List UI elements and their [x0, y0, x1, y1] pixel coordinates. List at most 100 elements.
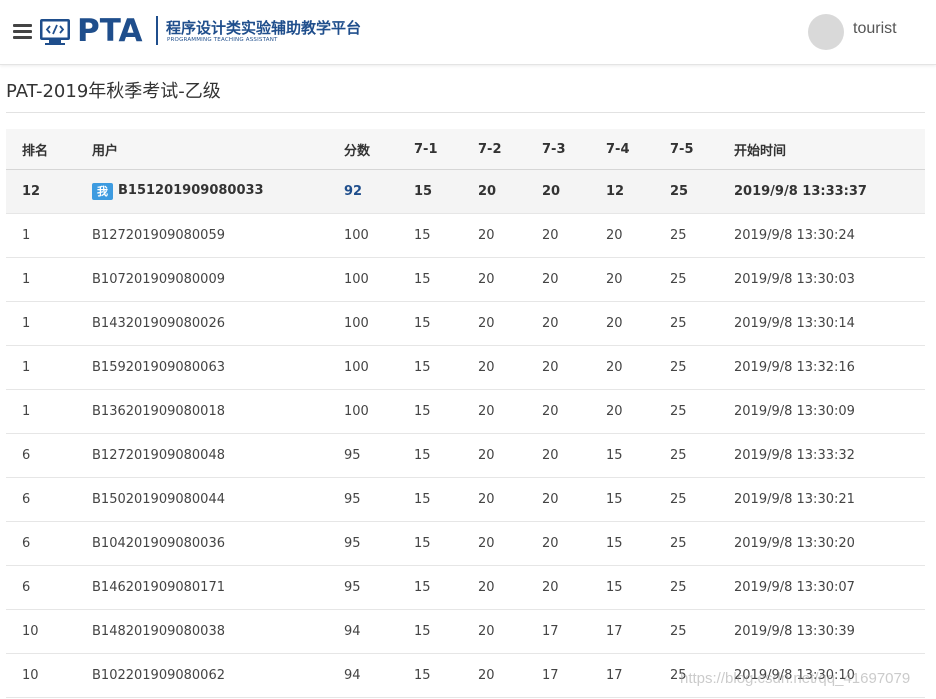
table-row: 6 B127201909080048 95 15 20 20 15 25 2019/9/8 13… — [6, 433, 925, 478]
cell-7-3: 20 — [542, 433, 606, 478]
cell-start-time: 2019/9/8 13:30:21 — [734, 477, 925, 522]
cell-score[interactable]: 100 — [344, 213, 414, 258]
cell-7-4: 20 — [606, 301, 670, 346]
cell-rank: 6 — [6, 477, 92, 522]
table-row: 10 B148201909080038 94 15 20 17 17 25 2019/9/8 1… — [6, 609, 925, 654]
cell-7-1: 15 — [414, 213, 478, 258]
col-header-7-2[interactable]: 7-2 — [478, 129, 542, 170]
ranking-table: 排名 用户 分数 7-1 7-2 7-3 7-4 7-5 开始时间 12 我 B1… — [6, 129, 925, 698]
cell-start-time: 2019/9/8 13:30:03 — [734, 257, 925, 302]
cell-7-1: 15 — [414, 433, 478, 478]
cell-score[interactable]: 100 — [344, 301, 414, 346]
cell-score[interactable]: 94 — [344, 609, 414, 654]
hamburger-menu-icon[interactable] — [13, 24, 32, 39]
cell-rank: 6 — [6, 433, 92, 478]
cell-7-2: 20 — [478, 301, 542, 346]
cell-user: B107201909080009 — [92, 257, 344, 302]
col-header-7-4[interactable]: 7-4 — [606, 129, 670, 170]
cell-7-3: 20 — [542, 257, 606, 302]
cell-7-3: 20 — [542, 521, 606, 566]
cell-7-1: 15 — [414, 521, 478, 566]
cell-7-2: 20 — [478, 565, 542, 610]
cell-7-4: 20 — [606, 345, 670, 390]
cell-7-1: 15 — [414, 653, 478, 698]
table-row: 6 B146201909080171 95 15 20 20 15 25 2019/9/8 13… — [6, 565, 925, 610]
cell-start-time: 2019/9/8 13:32:16 — [734, 345, 925, 390]
cell-7-4: 20 — [606, 389, 670, 434]
cell-start-time: 2019/9/8 13:30:14 — [734, 301, 925, 346]
cell-score[interactable]: 95 — [344, 477, 414, 522]
cell-7-5: 25 — [670, 301, 734, 346]
cell-7-4: 15 — [606, 477, 670, 522]
cell-score[interactable]: 100 — [344, 345, 414, 390]
cell-start-time: 2019/9/8 13:30:07 — [734, 565, 925, 610]
cell-rank: 1 — [6, 301, 92, 346]
username-link[interactable]: tourist — [853, 20, 897, 38]
cell-user: B146201909080171 — [92, 565, 344, 610]
cell-7-5: 25 — [670, 477, 734, 522]
col-header-7-5[interactable]: 7-5 — [670, 129, 734, 170]
cell-score[interactable]: 95 — [344, 565, 414, 610]
cell-score[interactable]: 100 — [344, 389, 414, 434]
cell-7-5: 25 — [670, 609, 734, 654]
cell-7-4: 12 — [606, 169, 670, 214]
cell-7-2: 20 — [478, 169, 542, 214]
cell-7-3: 20 — [542, 389, 606, 434]
cell-7-2: 20 — [478, 521, 542, 566]
cell-score[interactable]: 100 — [344, 257, 414, 302]
cell-7-2: 20 — [478, 433, 542, 478]
cell-7-5: 25 — [670, 169, 734, 214]
logo-chinese-subtitle: 程序设计类实验辅助教学平台 — [166, 19, 362, 37]
cell-rank: 1 — [6, 213, 92, 258]
cell-7-1: 15 — [414, 257, 478, 302]
cell-score[interactable]: 95 — [344, 433, 414, 478]
cell-rank: 1 — [6, 257, 92, 302]
table-row: 6 B104201909080036 95 15 20 20 15 25 2019/9/8 13… — [6, 521, 925, 566]
cell-7-5: 25 — [670, 389, 734, 434]
cell-rank: 10 — [6, 609, 92, 654]
cell-score[interactable]: 94 — [344, 653, 414, 698]
cell-7-1: 15 — [414, 477, 478, 522]
col-header-score[interactable]: 分数 — [344, 129, 414, 170]
cell-user: B127201909080059 — [92, 213, 344, 258]
col-header-start-time[interactable]: 开始时间 — [734, 129, 925, 170]
cell-score[interactable]: 92 — [344, 169, 414, 214]
cell-7-5: 25 — [670, 345, 734, 390]
col-header-7-3[interactable]: 7-3 — [542, 129, 606, 170]
col-header-user[interactable]: 用户 — [92, 129, 344, 170]
cell-start-time: 2019/9/8 13:30:20 — [734, 521, 925, 566]
cell-rank: 1 — [6, 345, 92, 390]
cell-7-4: 17 — [606, 609, 670, 654]
cell-rank: 6 — [6, 521, 92, 566]
table-row: 6 B150201909080044 95 15 20 20 15 25 2019/9/8 13… — [6, 477, 925, 522]
cell-7-1: 15 — [414, 301, 478, 346]
logo-divider — [156, 16, 158, 45]
cell-rank: 12 — [6, 169, 92, 214]
cell-7-4: 20 — [606, 257, 670, 302]
table-row: 1 B159201909080063 100 15 20 20 20 25 2019/9/8 1… — [6, 345, 925, 390]
cell-7-3: 20 — [542, 345, 606, 390]
cell-start-time: 2019/9/8 13:33:32 — [734, 433, 925, 478]
cell-7-1: 15 — [414, 565, 478, 610]
user-avatar[interactable] — [808, 14, 844, 50]
col-header-7-1[interactable]: 7-1 — [414, 129, 478, 170]
cell-7-3: 20 — [542, 565, 606, 610]
table-row: 1 B107201909080009 100 15 20 20 20 25 2019/9/8 1… — [6, 257, 925, 302]
cell-7-5: 25 — [670, 433, 734, 478]
logo-english-subtitle: PROGRAMMING TEACHING ASSISTANT — [167, 37, 278, 43]
cell-7-5: 25 — [670, 213, 734, 258]
cell-user: B150201909080044 — [92, 477, 344, 522]
col-header-rank[interactable]: 排名 — [6, 129, 92, 170]
cell-7-1: 15 — [414, 389, 478, 434]
table-header-row: 排名 用户 分数 7-1 7-2 7-3 7-4 7-5 开始时间 — [6, 129, 925, 170]
cell-7-3: 17 — [542, 653, 606, 698]
cell-7-3: 20 — [542, 477, 606, 522]
cell-start-time: 2019/9/8 13:33:37 — [734, 169, 925, 214]
watermark: https://blog.csdn.net/qq_41697079 — [680, 670, 911, 687]
cell-7-2: 20 — [478, 389, 542, 434]
top-navbar: PTA 程序设计类实验辅助教学平台 PROGRAMMING TEACHING A… — [0, 0, 936, 65]
table-row: 1 B127201909080059 100 15 20 20 20 25 2019/9/8 1… — [6, 213, 925, 258]
cell-7-5: 25 — [670, 257, 734, 302]
cell-score[interactable]: 95 — [344, 521, 414, 566]
cell-user: B159201909080063 — [92, 345, 344, 390]
